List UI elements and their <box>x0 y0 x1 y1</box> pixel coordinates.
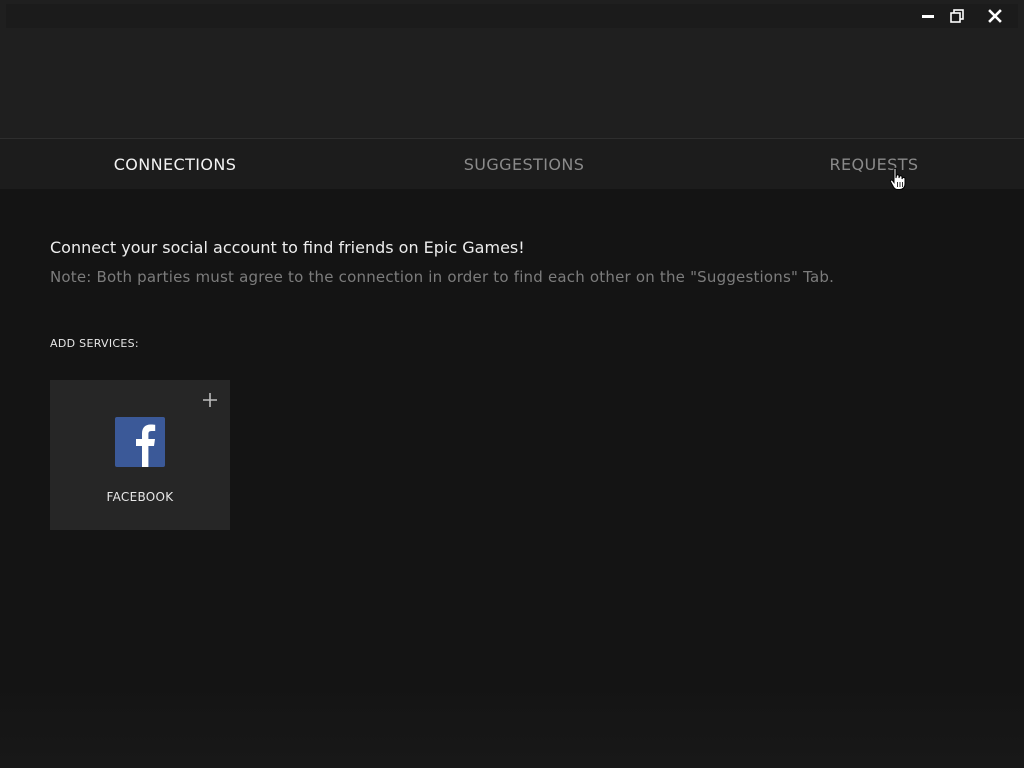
facebook-icon <box>115 417 165 467</box>
add-services-label: ADD SERVICES: <box>50 337 139 350</box>
app-window: CONNECTIONS SUGGESTIONS REQUESTS Connect… <box>0 0 1024 768</box>
connect-headline: Connect your social account to find frie… <box>50 238 525 257</box>
restore-button[interactable] <box>943 4 971 28</box>
tab-connections-label: CONNECTIONS <box>113 154 237 174</box>
minimize-button[interactable] <box>914 4 942 28</box>
close-button[interactable] <box>981 4 1009 28</box>
connection-note: Note: Both parties must agree to the con… <box>50 268 835 286</box>
close-icon <box>988 9 1002 23</box>
tab-bar: CONNECTIONS SUGGESTIONS REQUESTS <box>0 139 1024 189</box>
connections-panel: Connect your social account to find frie… <box>0 189 1024 768</box>
plus-icon[interactable] <box>202 392 218 408</box>
title-bar-strip <box>6 4 1018 28</box>
tab-connections[interactable]: CONNECTIONS <box>75 139 275 189</box>
facebook-service-card[interactable]: FACEBOOK <box>50 380 230 530</box>
restore-icon <box>950 9 964 23</box>
tab-requests[interactable]: REQUESTS <box>774 139 974 189</box>
facebook-service-name: FACEBOOK <box>106 490 174 504</box>
header-area <box>0 28 1024 139</box>
tab-suggestions[interactable]: SUGGESTIONS <box>424 139 624 189</box>
tab-suggestions-label: SUGGESTIONS <box>463 154 585 174</box>
tab-requests-label: REQUESTS <box>829 154 919 174</box>
title-bar[interactable] <box>0 0 1024 28</box>
minimize-icon <box>921 9 935 23</box>
